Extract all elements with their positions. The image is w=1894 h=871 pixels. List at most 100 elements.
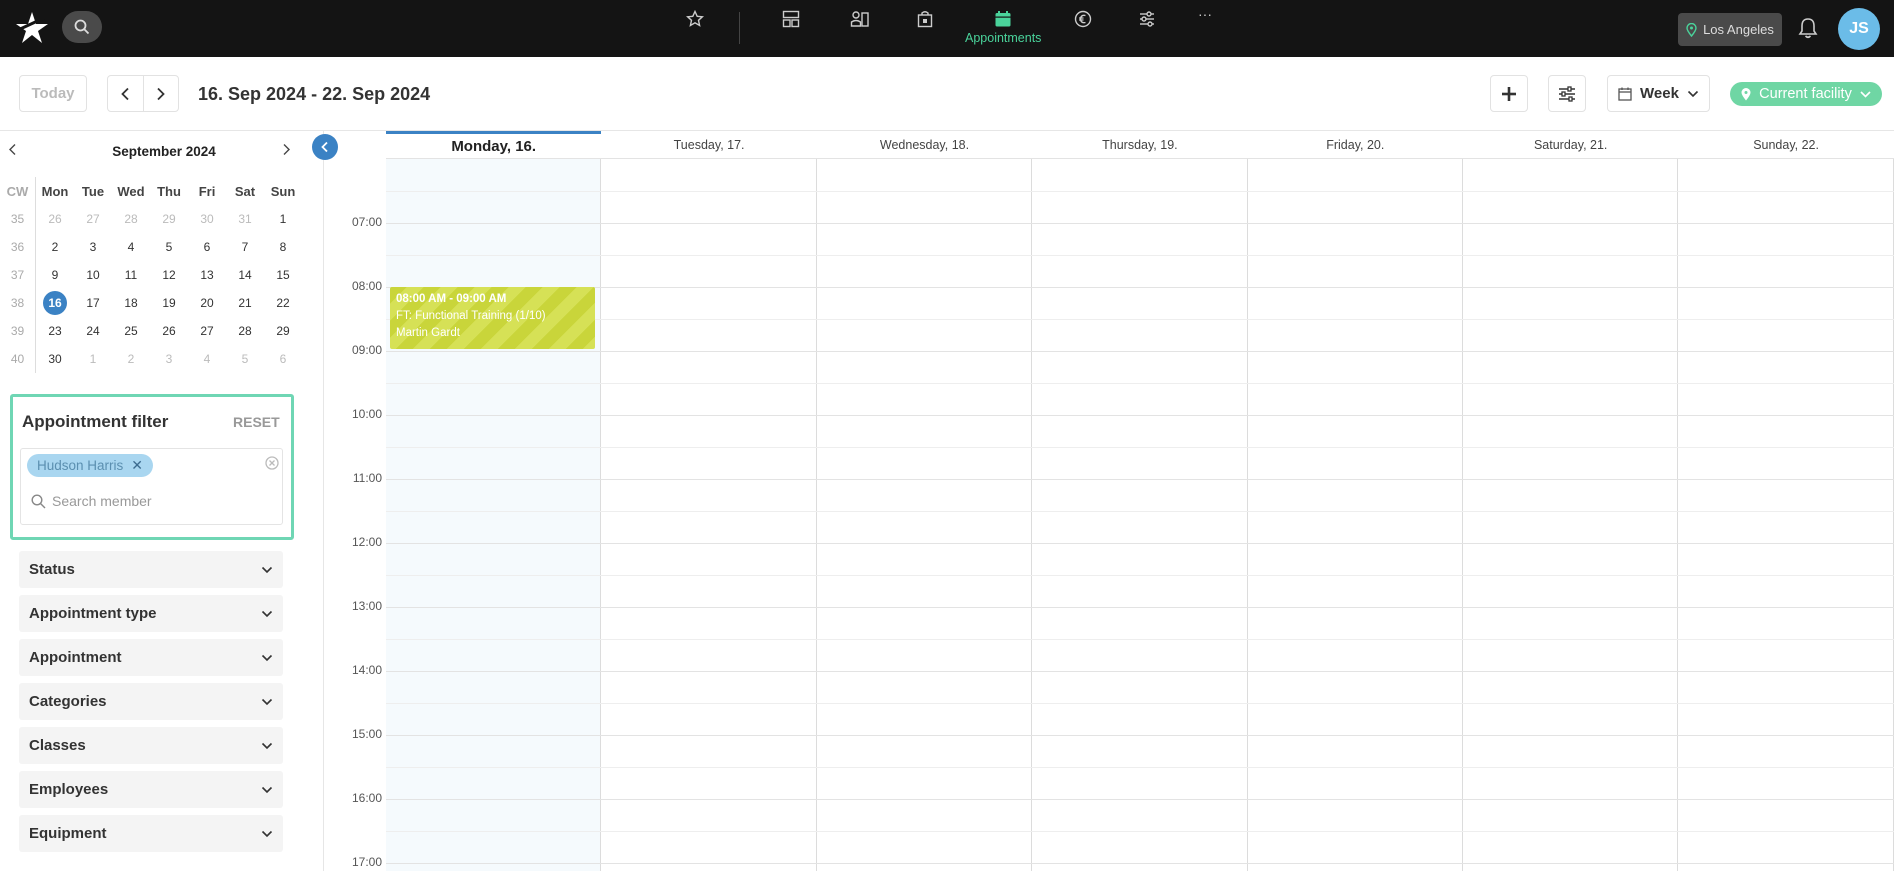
filter-section-status[interactable]: Status [19,551,283,588]
filter-section-appointment[interactable]: Appointment [19,639,283,676]
today-button[interactable]: Today [19,75,87,112]
mini-calendar-day[interactable]: 7 [226,233,264,261]
mini-calendar-day[interactable]: 2 [36,233,74,261]
mini-calendar-day[interactable]: 26 [150,317,188,345]
nav-finance[interactable] [1074,8,1092,48]
day-number: 29 [276,324,290,338]
filter-section-equipment[interactable]: Equipment [19,815,283,852]
mini-calendar-day[interactable]: 27 [74,205,112,233]
mini-calendar-day[interactable]: 1 [74,345,112,373]
app-logo-icon[interactable] [14,10,50,46]
notifications-button[interactable] [1798,17,1818,44]
mini-calendar-day[interactable]: 21 [226,289,264,317]
appointment-event[interactable]: 08:00 AM - 09:00 AM FT: Functional Train… [390,287,595,349]
mini-calendar-day[interactable]: 28 [112,205,150,233]
search-member-field[interactable]: Search member [31,493,152,509]
mini-calendar-day[interactable]: 31 [226,205,264,233]
member-filter-input[interactable]: Hudson Harris ✕ Search member [20,448,283,525]
mini-calendar-day[interactable]: 14 [226,261,264,289]
mini-calendar-day[interactable]: 17 [74,289,112,317]
location-selector[interactable]: Los Angeles [1678,13,1782,46]
day-column-header[interactable]: Monday, 16. [386,131,602,159]
half-hour-gridline [386,831,1894,832]
mini-calendar-day[interactable]: 13 [188,261,226,289]
mini-calendar-day[interactable]: 5 [226,345,264,373]
day-column-header[interactable]: Friday, 20. [1247,131,1463,159]
mini-calendar-day[interactable]: 28 [226,317,264,345]
mini-calendar-day[interactable]: 24 [74,317,112,345]
collapse-sidebar-button[interactable] [312,134,338,160]
mini-calendar-day[interactable]: 8 [264,233,302,261]
mini-calendar-day[interactable]: 26 [36,205,74,233]
view-mode-select[interactable]: Week [1607,75,1710,112]
filter-section-employees[interactable]: Employees [19,771,283,808]
mini-calendar-day[interactable]: 12 [150,261,188,289]
mini-calendar-day[interactable]: 25 [112,317,150,345]
day-column-header[interactable]: Thursday, 19. [1032,131,1248,159]
mini-calendar-day[interactable]: 9 [36,261,74,289]
mini-calendar-day[interactable]: 29 [264,317,302,345]
nav-shop[interactable] [916,8,934,48]
member-chip[interactable]: Hudson Harris ✕ [27,454,154,477]
previous-week-button[interactable] [108,76,144,111]
add-appointment-button[interactable] [1490,75,1528,112]
facility-filter-pill[interactable]: Current facility [1730,82,1882,106]
mini-calendar-day[interactable]: 30 [36,345,74,373]
mini-calendar-day[interactable]: 4 [112,233,150,261]
filter-section-categories[interactable]: Categories [19,683,283,720]
filter-section-classes[interactable]: Classes [19,727,283,764]
mini-calendar-day[interactable]: 19 [150,289,188,317]
day-column[interactable] [1032,159,1248,871]
global-search-button[interactable] [62,11,102,43]
calendar-week-number: 37 [0,261,36,289]
mini-calendar-day[interactable]: 23 [36,317,74,345]
day-column[interactable] [601,159,817,871]
next-week-button[interactable] [144,76,179,111]
day-column[interactable] [1463,159,1679,871]
nav-dashboard[interactable] [782,8,800,48]
mini-calendar-day[interactable]: 1 [264,205,302,233]
nav-members[interactable] [850,8,870,48]
mini-calendar-next-button[interactable] [282,143,291,161]
day-column[interactable] [1678,159,1894,871]
mini-calendar-day[interactable]: 2 [112,345,150,373]
mini-calendar-grid: CW Mon Tue Wed Thu Fri Sat Sun 35 26 27 28 29 30 31 1 36… [0,177,302,373]
remove-chip-icon[interactable]: ✕ [131,457,143,474]
mini-calendar-day[interactable]: 20 [188,289,226,317]
mini-calendar-day[interactable]: 3 [150,345,188,373]
day-number: 26 [162,324,176,338]
nav-settings[interactable] [1138,8,1156,48]
mini-calendar-day[interactable]: 15 [264,261,302,289]
mini-calendar-day[interactable]: 30 [188,205,226,233]
mini-calendar-day[interactable]: 3 [74,233,112,261]
filter-section-appointment-type[interactable]: Appointment type [19,595,283,632]
clear-members-button[interactable] [265,456,279,475]
day-number: 23 [48,324,62,338]
calendar-settings-button[interactable] [1548,75,1586,112]
day-column-header[interactable]: Sunday, 22. [1678,131,1894,159]
user-avatar[interactable]: JS [1838,8,1880,50]
mini-calendar-day[interactable]: 5 [150,233,188,261]
mini-calendar-day[interactable]: 6 [264,345,302,373]
nav-more-button[interactable]: ··· [1198,6,1212,46]
mini-calendar-day[interactable]: 10 [74,261,112,289]
day-column[interactable] [1248,159,1463,871]
mini-calendar-day[interactable]: 27 [188,317,226,345]
mini-calendar-day[interactable]: 6 [188,233,226,261]
mini-calendar-day[interactable]: 29 [150,205,188,233]
day-column-header[interactable]: Tuesday, 17. [601,131,817,159]
day-column-header[interactable]: Wednesday, 18. [816,131,1033,159]
day-column[interactable] [817,159,1033,871]
mini-calendar-day[interactable]: 18 [112,289,150,317]
mini-calendar-day[interactable]: 16 [36,289,74,317]
mini-calendar-day[interactable]: 22 [264,289,302,317]
mini-calendar-day[interactable]: 11 [112,261,150,289]
hour-gridline [386,671,1894,672]
day-column[interactable] [386,159,602,871]
nav-appointments[interactable]: Appointments [965,8,1041,48]
nav-favorites[interactable] [686,8,704,48]
day-column-header[interactable]: Saturday, 21. [1463,131,1679,159]
reset-filter-button[interactable]: RESET [233,414,280,430]
mini-calendar-week-row: 36 2 3 4 5 6 7 8 [0,233,302,261]
mini-calendar-day[interactable]: 4 [188,345,226,373]
